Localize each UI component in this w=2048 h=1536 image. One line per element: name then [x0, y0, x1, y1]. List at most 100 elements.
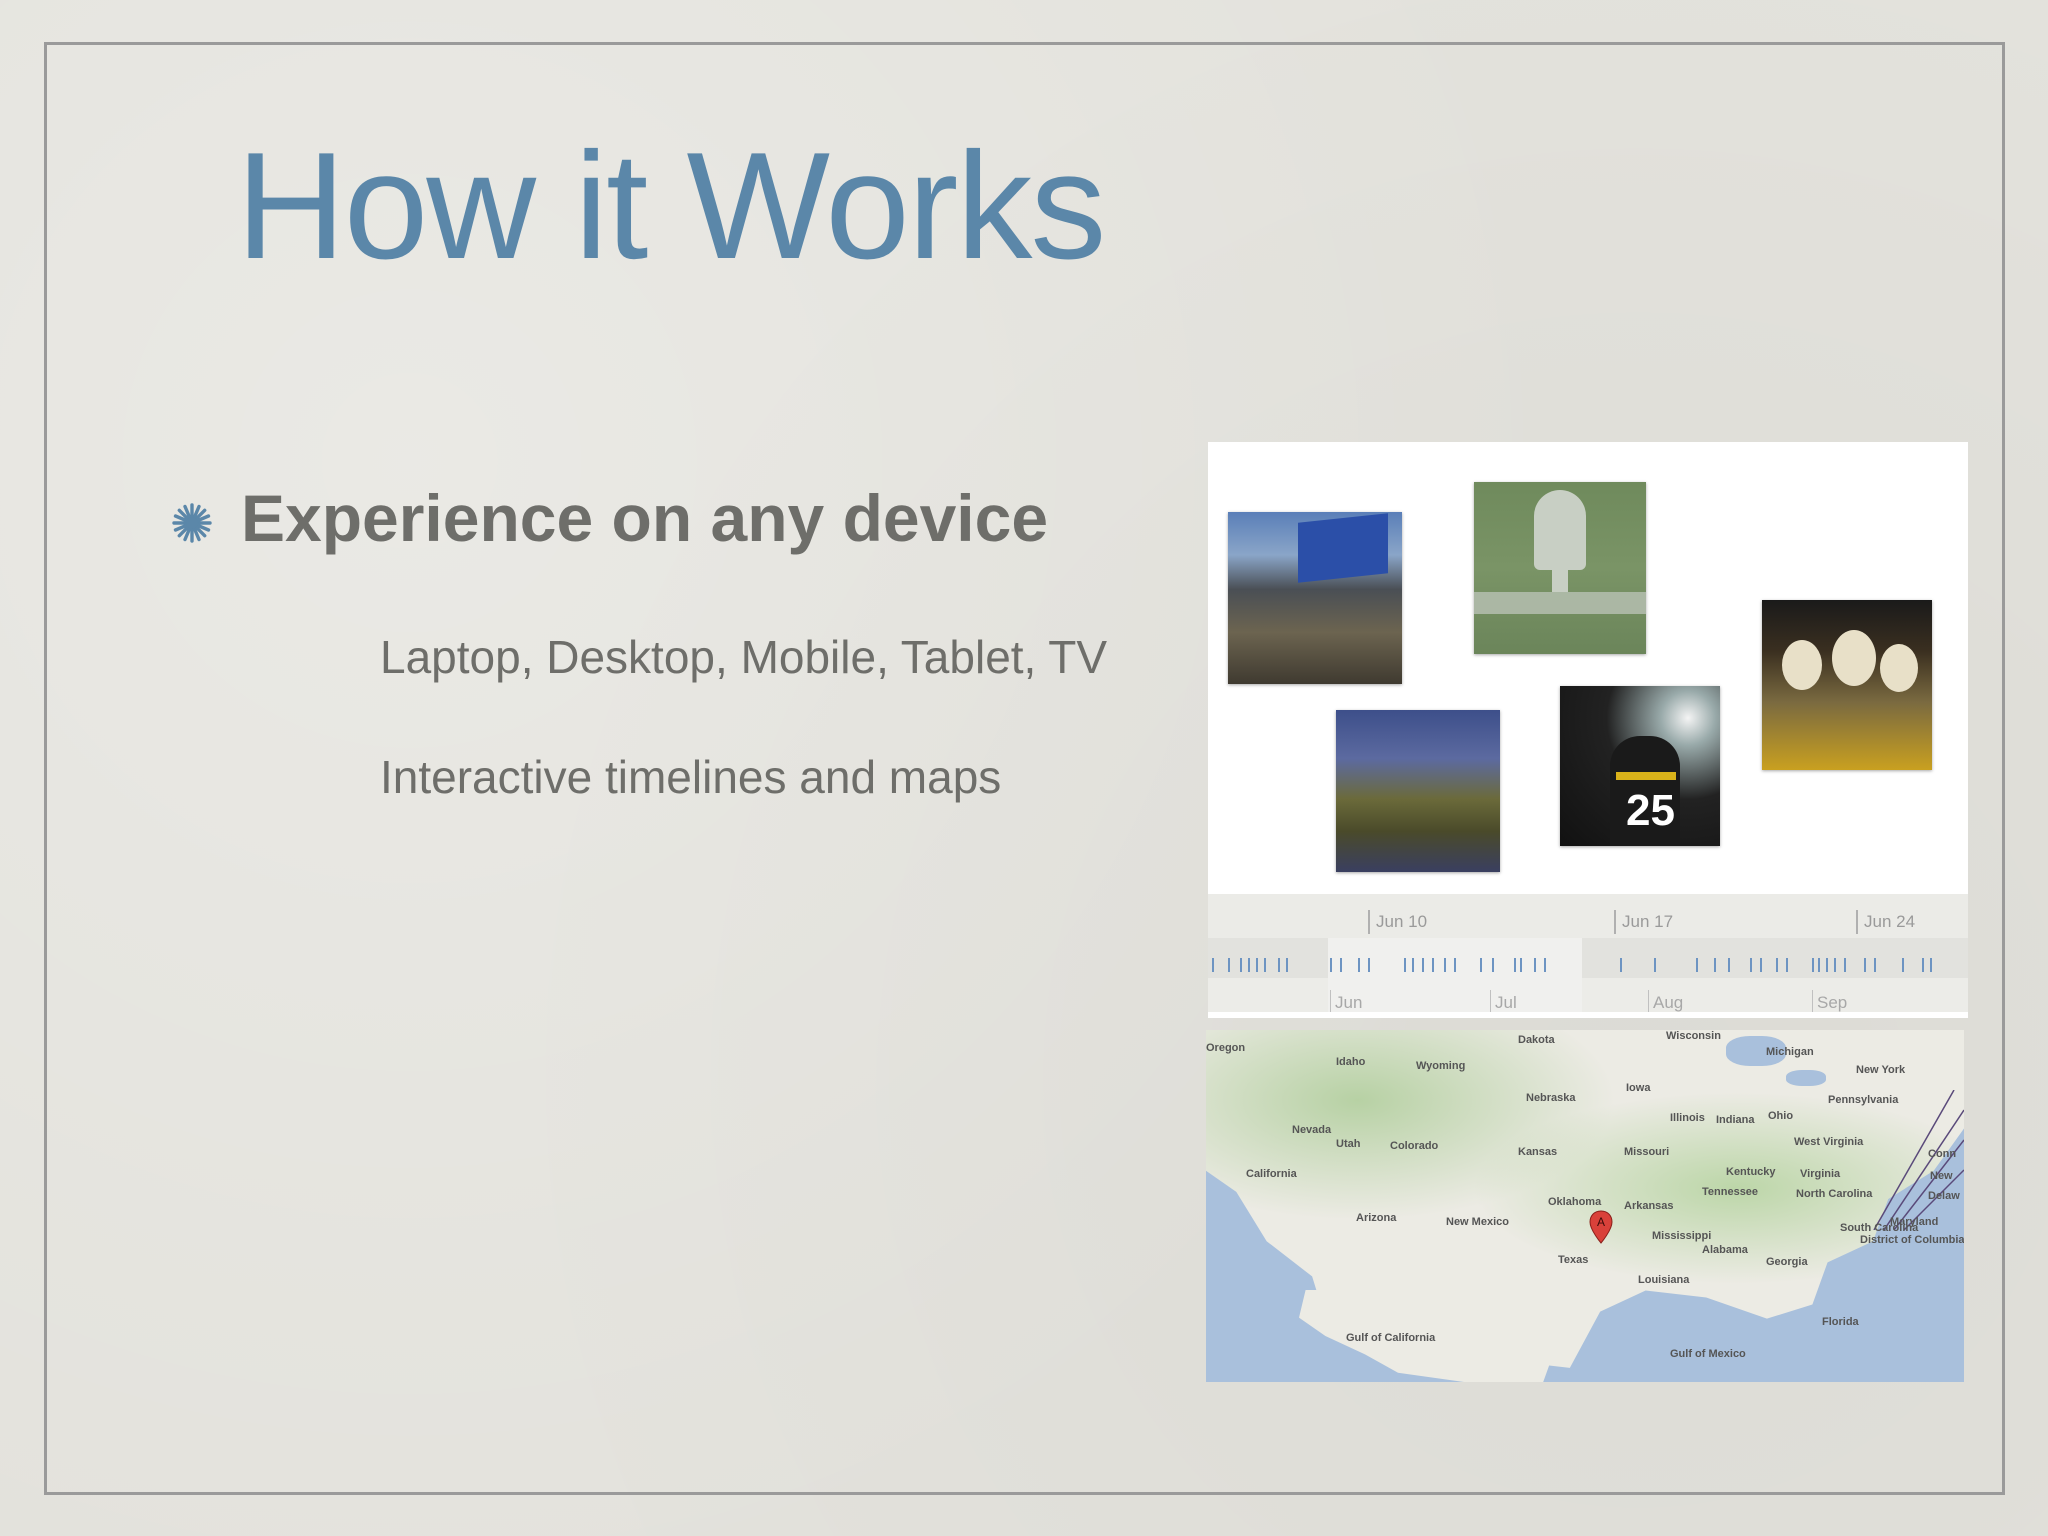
- map-place-label: California: [1246, 1168, 1297, 1180]
- map-place-label: Indiana: [1716, 1114, 1755, 1126]
- timeline-event-tick: [1480, 958, 1482, 972]
- timeline-event-tick: [1874, 958, 1876, 972]
- map-place-label: Gulf of California: [1346, 1332, 1436, 1344]
- timeline-event-tick: [1278, 958, 1280, 972]
- timeline-event-tick: [1248, 958, 1250, 972]
- player-photo: 25: [1560, 686, 1720, 846]
- timeline-week-label: Jun 17: [1614, 910, 1673, 934]
- route-lines: [1873, 1090, 1964, 1230]
- timeline-event-tick: [1454, 958, 1456, 972]
- map-place-label: Dakota: [1518, 1034, 1555, 1046]
- timeline-event-tick: [1776, 958, 1778, 972]
- stadium-photo: [1228, 512, 1402, 684]
- map-place-label: Oklahoma: [1548, 1196, 1602, 1208]
- map-place-label: Delaw: [1928, 1190, 1960, 1202]
- map-place-label: Florida: [1822, 1316, 1859, 1328]
- slide-title: How it Works: [236, 121, 1106, 291]
- timeline-event-tick: [1922, 958, 1924, 972]
- timeline-event-tick: [1358, 958, 1360, 972]
- timeline-event-tick: [1786, 958, 1788, 972]
- map-place-label: Texas: [1558, 1254, 1589, 1266]
- map-place-label: West Virginia: [1794, 1136, 1864, 1148]
- map-place-label: Nebraska: [1526, 1092, 1576, 1104]
- timeline-event-tick: [1714, 958, 1716, 972]
- timeline-event-tick: [1844, 958, 1846, 972]
- sub-item-devices: Laptop, Desktop, Mobile, Tablet, TV: [380, 631, 1108, 683]
- timeline-event-tick: [1340, 958, 1342, 972]
- map-place-label: Utah: [1336, 1138, 1361, 1150]
- timeline-event-tick: [1264, 958, 1266, 972]
- map-place-label: District of Columbia: [1860, 1234, 1964, 1246]
- map-place-label: Idaho: [1336, 1056, 1366, 1068]
- timeline-event-tick: [1826, 958, 1828, 972]
- timeline-event-tick: [1412, 958, 1414, 972]
- map-place-label: Tennessee: [1702, 1186, 1759, 1198]
- map-marker-icon[interactable]: A: [1588, 1210, 1614, 1244]
- map-place-label: North Carolina: [1796, 1188, 1873, 1200]
- map-place-label: Wisconsin: [1666, 1030, 1721, 1042]
- map-place-label: Pennsylvania: [1828, 1094, 1899, 1106]
- map-place-label: Conn: [1928, 1148, 1957, 1160]
- timeline-event-tick: [1834, 958, 1836, 972]
- timeline-event-tick: [1368, 958, 1370, 972]
- map-place-label: New York: [1856, 1064, 1906, 1076]
- timeline-event-tick: [1544, 958, 1546, 972]
- map-place-label: Alabama: [1702, 1244, 1748, 1256]
- asterisk-bullet-icon: [172, 503, 212, 543]
- map-place-label: Gulf of Mexico: [1670, 1348, 1746, 1360]
- photo-collage: 25: [1208, 442, 1968, 894]
- map-place-label: Michigan: [1766, 1046, 1814, 1058]
- timeline-event-tick: [1422, 958, 1424, 972]
- bullet-heading: Experience on any device: [241, 481, 1049, 555]
- map-place-label: Iowa: [1626, 1082, 1651, 1094]
- timeline-event-tick: [1864, 958, 1866, 972]
- map-place-label: Kansas: [1518, 1146, 1558, 1158]
- timeline-event-tick: [1930, 958, 1932, 972]
- timeline-event-tick: [1240, 958, 1242, 972]
- map-place-label: Ohio: [1768, 1110, 1794, 1122]
- timeline-event-tick: [1228, 958, 1230, 972]
- map-marker-label: A: [1597, 1215, 1605, 1229]
- timeline-event-tick: [1286, 958, 1288, 972]
- map-place-label: Virginia: [1800, 1168, 1841, 1180]
- map-place-label: Oregon: [1206, 1042, 1246, 1054]
- map-place-label: Missouri: [1624, 1146, 1670, 1158]
- timeline-event-tick: [1256, 958, 1258, 972]
- interactive-timeline[interactable]: Jun 10 Jun 17 Jun 24 Jun Jul Aug Sep: [1208, 894, 1968, 1018]
- stadium-crowd-photo: [1336, 710, 1500, 872]
- sub-item-timelines-maps: Interactive timelines and maps: [380, 751, 1002, 803]
- map-place-label: New: [1930, 1170, 1953, 1182]
- timeline-event-tick: [1728, 958, 1730, 972]
- timeline-week-label: Jun 10: [1368, 910, 1427, 934]
- timeline-event-tick: [1212, 958, 1214, 972]
- fans-photo: [1762, 600, 1932, 770]
- timeline-visible-window[interactable]: [1328, 938, 1582, 1018]
- timeline-week-label: Jun 24: [1856, 910, 1915, 934]
- timeline-event-tick: [1404, 958, 1406, 972]
- map-place-label: Arizona: [1356, 1212, 1397, 1224]
- map-place-label: Nevada: [1292, 1124, 1332, 1136]
- map-place-label: Georgia: [1766, 1256, 1808, 1268]
- timeline-event-tick: [1902, 958, 1904, 972]
- timeline-event-tick: [1654, 958, 1656, 972]
- timeline-event-tick: [1812, 958, 1814, 972]
- timeline-event-tick: [1432, 958, 1434, 972]
- timeline-event-tick: [1520, 958, 1522, 972]
- map-place-label: Louisiana: [1638, 1274, 1690, 1286]
- map-place-label: Mississippi: [1652, 1230, 1712, 1242]
- map-place-label: Wyoming: [1416, 1060, 1466, 1072]
- timeline-event-tick: [1330, 958, 1332, 972]
- interactive-map[interactable]: A Oregon Idaho Wyoming Nebraska Iowa Illinois…: [1206, 1030, 1964, 1382]
- super-bowl-field-photo: [1474, 482, 1646, 654]
- map-place-label: Colorado: [1390, 1140, 1439, 1152]
- map-place-label: Illinois: [1670, 1112, 1705, 1124]
- map-place-label: New Mexico: [1446, 1216, 1509, 1228]
- map-place-label: Kentucky: [1726, 1166, 1776, 1178]
- timeline-event-tick: [1620, 958, 1622, 972]
- map-place-label: South Carolina: [1840, 1222, 1919, 1234]
- timeline-event-tick: [1750, 958, 1752, 972]
- map-place-label: Arkansas: [1624, 1200, 1674, 1212]
- timeline-event-tick: [1696, 958, 1698, 972]
- timeline-event-tick: [1818, 958, 1820, 972]
- timeline-event-tick: [1492, 958, 1494, 972]
